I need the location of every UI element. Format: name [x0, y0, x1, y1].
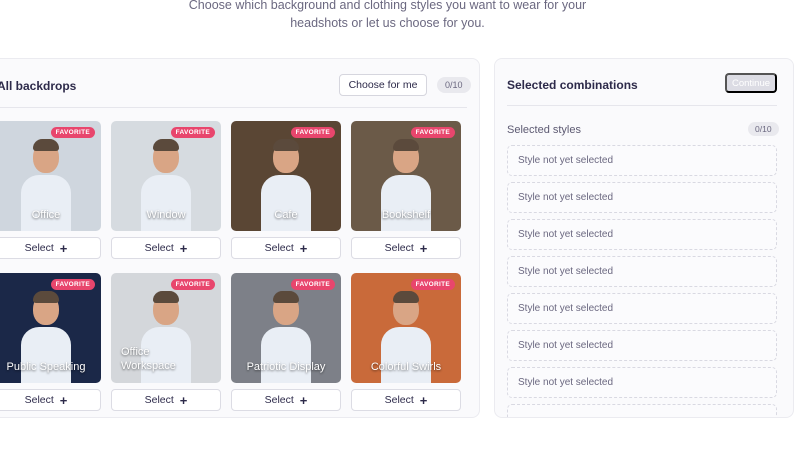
style-slot[interactable]: Style not yet selected — [507, 256, 777, 287]
backdrop-label: Office — [31, 209, 61, 221]
backdrops-title: All backdrops — [0, 79, 77, 93]
page-subtitle: Choose which background and clothing sty… — [0, 0, 775, 32]
selected-styles-label: Selected styles — [507, 124, 581, 136]
plus-icon: + — [419, 392, 428, 408]
backdrop-card[interactable]: FAVORITE Public Speaking Select + — [0, 273, 101, 411]
backdrop-label: Patriotic Display — [246, 361, 326, 373]
select-label: Select — [264, 242, 294, 254]
style-slot[interactable] — [507, 404, 777, 417]
divider — [0, 107, 467, 108]
divider — [507, 105, 777, 106]
plus-icon: + — [59, 240, 68, 256]
backdrops-count-badge: 0/10 — [437, 77, 471, 93]
favorite-badge: FAVORITE — [170, 127, 215, 138]
favorite-badge: FAVORITE — [410, 279, 455, 290]
backdrops-panel: All backdrops Choose for me 0/10 FAVORIT… — [0, 58, 480, 418]
backdrop-label: Window — [146, 209, 186, 221]
backdrop-label: Bookshelf — [381, 209, 431, 221]
favorite-badge: FAVORITE — [170, 279, 215, 290]
plus-icon: + — [179, 240, 188, 256]
favorite-badge: FAVORITE — [290, 279, 335, 290]
backdrop-label: Office Workspace — [121, 346, 176, 372]
select-button[interactable]: Select + — [351, 237, 461, 259]
choose-for-me-button[interactable]: Choose for me — [339, 74, 427, 96]
select-label: Select — [384, 394, 414, 406]
backdrop-photo[interactable]: FAVORITE Office — [0, 121, 101, 231]
backdrop-photo[interactable]: FAVORITE Public Speaking — [0, 273, 101, 383]
select-button[interactable]: Select + — [231, 389, 341, 411]
backdrop-card[interactable]: FAVORITE Patriotic Display Select + — [231, 273, 341, 411]
plus-icon: + — [299, 392, 308, 408]
plus-icon: + — [419, 240, 428, 256]
select-label: Select — [24, 394, 54, 406]
backdrop-label: Public Speaking — [6, 361, 86, 373]
backdrop-photo[interactable]: FAVORITE Patriotic Display — [231, 273, 341, 383]
style-slot[interactable]: Style not yet selected — [507, 219, 777, 250]
backdrop-card[interactable]: FAVORITE Cafe Select + — [231, 121, 341, 259]
continue-button[interactable]: Continue — [725, 73, 777, 93]
select-label: Select — [384, 242, 414, 254]
select-label: Select — [264, 394, 294, 406]
backdrop-photo[interactable]: FAVORITE Bookshelf — [351, 121, 461, 231]
backdrop-photo[interactable]: FAVORITE Colorful Swirls — [351, 273, 461, 383]
plus-icon: + — [299, 240, 308, 256]
plus-icon: + — [59, 392, 68, 408]
backdrop-label: Cafe — [274, 209, 298, 221]
select-label: Select — [144, 394, 174, 406]
backdrop-card[interactable]: FAVORITE Colorful Swirls Select + — [351, 273, 461, 411]
style-slot[interactable]: Style not yet selected — [507, 145, 777, 176]
select-button[interactable]: Select + — [111, 237, 221, 259]
backdrop-card[interactable]: FAVORITE Window Select + — [111, 121, 221, 259]
style-slot-list: Style not yet selected Style not yet sele… — [507, 145, 777, 417]
style-slot[interactable]: Style not yet selected — [507, 330, 777, 361]
favorite-badge: FAVORITE — [50, 279, 95, 290]
select-label: Select — [24, 242, 54, 254]
backdrop-photo[interactable]: FAVORITE Cafe — [231, 121, 341, 231]
favorite-badge: FAVORITE — [50, 127, 95, 138]
subtitle-line-2: headshots or let us choose for you. — [290, 16, 485, 30]
plus-icon: + — [179, 392, 188, 408]
favorite-badge: FAVORITE — [410, 127, 455, 138]
subtitle-line-1: Choose which background and clothing sty… — [188, 0, 587, 12]
select-button[interactable]: Select + — [231, 237, 341, 259]
selected-combinations-panel: Selected combinations Continue Selected … — [494, 58, 794, 418]
select-button[interactable]: Select + — [351, 389, 461, 411]
backdrop-card[interactable]: FAVORITE Office Select + — [0, 121, 101, 259]
style-slot[interactable]: Style not yet selected — [507, 293, 777, 324]
select-button[interactable]: Select + — [0, 237, 101, 259]
select-button[interactable]: Select + — [0, 389, 101, 411]
favorite-badge: FAVORITE — [290, 127, 335, 138]
backdrop-photo[interactable]: FAVORITE Office Workspace — [111, 273, 221, 383]
select-button[interactable]: Select + — [111, 389, 221, 411]
select-label: Select — [144, 242, 174, 254]
backdrop-label: Colorful Swirls — [370, 361, 442, 373]
style-slot[interactable]: Style not yet selected — [507, 367, 777, 398]
backdrop-card[interactable]: FAVORITE Office Workspace Select + — [111, 273, 221, 411]
backdrop-card[interactable]: FAVORITE Bookshelf Select + — [351, 121, 461, 259]
backdrop-photo[interactable]: FAVORITE Window — [111, 121, 221, 231]
style-slot[interactable]: Style not yet selected — [507, 182, 777, 213]
selected-styles-count-badge: 0/10 — [748, 122, 779, 136]
selected-combinations-title: Selected combinations — [507, 78, 638, 92]
